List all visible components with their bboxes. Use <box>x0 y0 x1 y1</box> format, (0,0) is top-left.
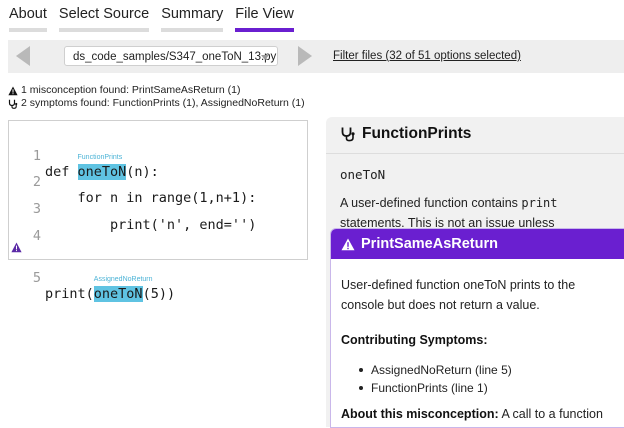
code-line: 2 for n in range(1,n+1): <box>9 158 256 206</box>
tab-label: About <box>9 6 47 22</box>
chevron-right-icon[interactable] <box>298 46 312 66</box>
misconception-title: PrintSameAsReturn <box>361 236 498 252</box>
code-line: 5 print( AssignedNoReturn oneToN(5)) <box>9 238 175 302</box>
about-label: About this misconception: <box>341 407 499 421</box>
desc-code: print <box>521 196 558 210</box>
code-line: 3 print('n', end='') <box>9 185 256 233</box>
stethoscope-icon <box>341 127 355 142</box>
code-viewer: 1 def FunctionPrints oneToN(n): 2 for n i… <box>8 120 308 302</box>
code-line: 1 def FunctionPrints oneToN(n): <box>9 132 159 180</box>
divider <box>326 153 624 154</box>
top-nav: About Select Source Summary File View <box>9 6 306 32</box>
tab-label: Summary <box>161 6 224 22</box>
stethoscope-icon <box>8 99 18 109</box>
symptom-highlight[interactable]: FunctionPrints oneToN <box>77 154 127 180</box>
misconception-summary-text: 1 misconception found: PrintSameAsReturn… <box>21 84 241 96</box>
warning-icon[interactable] <box>11 242 22 253</box>
misconception-summary: 1 misconception found: PrintSameAsReturn… <box>8 84 305 97</box>
tab-underline <box>161 28 224 32</box>
chevron-left-icon[interactable] <box>16 46 30 66</box>
file-select-value: ds_code_samples/S347_oneToN_13.py <box>73 51 277 63</box>
tab-select-source[interactable]: Select Source <box>58 6 150 32</box>
findings-summary: 1 misconception found: PrintSameAsReturn… <box>8 84 305 110</box>
about-misconception: About this misconception: A call to a fu… <box>341 407 603 421</box>
tab-file-view[interactable]: File View <box>235 6 294 32</box>
code-fragment: print( <box>45 286 94 302</box>
warning-icon <box>8 86 18 95</box>
symptom-tag: FunctionPrints <box>77 154 123 161</box>
tab-summary[interactable]: Summary <box>161 6 224 32</box>
caret-down-icon <box>261 55 269 60</box>
file-select[interactable]: ds_code_samples/S347_oneToN_13.py <box>64 46 278 66</box>
code-fragment: (5)) <box>142 286 176 302</box>
tab-underline <box>9 28 47 32</box>
file-navigation-bar: ds_code_samples/S347_oneToN_13.py Filter… <box>8 40 624 73</box>
tab-underline <box>58 28 150 32</box>
filter-files-link[interactable]: Filter files (32 of 51 options selected) <box>333 50 521 62</box>
code-text: def FunctionPrints oneToN(n): <box>45 154 159 180</box>
symptom-highlight[interactable]: AssignedNoReturn oneToN <box>93 276 153 302</box>
list-item: FunctionPrints (line 1) <box>359 379 512 397</box>
misconception-description: User-defined function oneToN prints to t… <box>341 278 576 312</box>
code-text: print('n', end='') <box>45 217 257 233</box>
symptom-function-name: oneToN <box>340 167 386 182</box>
code-fragment: (n): <box>126 164 159 180</box>
symptom-description: A user-defined function contains print st… <box>340 193 610 233</box>
line-number: 5 <box>32 270 41 286</box>
list-item: AssignedNoReturn (line 5) <box>359 361 512 379</box>
symptom-summary: 2 symptoms found: FunctionPrints (1), As… <box>8 97 305 110</box>
tab-label: Select Source <box>58 6 150 22</box>
tab-label: File View <box>235 6 294 22</box>
symptom-title: FunctionPrints <box>340 125 471 143</box>
misconception-card: PrintSameAsReturn User-defined function … <box>330 228 624 428</box>
symptom-summary-text: 2 symptoms found: FunctionPrints (1), As… <box>21 97 305 109</box>
tab-underline-active <box>235 28 294 32</box>
code-text: print( AssignedNoReturn oneToN(5)) <box>45 276 176 302</box>
warning-icon <box>341 238 355 250</box>
symptom-title-text: FunctionPrints <box>362 125 472 142</box>
about-text: A call to a function <box>501 407 603 421</box>
misconception-header: PrintSameAsReturn <box>331 229 624 259</box>
contributing-symptoms-heading: Contributing Symptoms: <box>341 333 488 347</box>
code-fragment: def <box>45 164 78 180</box>
highlighted-code: oneToN <box>77 164 127 180</box>
desc-text: A user-defined function contains <box>340 196 522 210</box>
symptom-tag: AssignedNoReturn <box>93 276 153 283</box>
tab-about[interactable]: About <box>9 6 47 32</box>
code-line: 4 <box>9 212 42 244</box>
code-text: for n in range(1,n+1): <box>45 190 257 206</box>
contributing-symptoms-list: AssignedNoReturn (line 5) FunctionPrints… <box>359 361 512 397</box>
highlighted-code: oneToN <box>93 286 143 302</box>
